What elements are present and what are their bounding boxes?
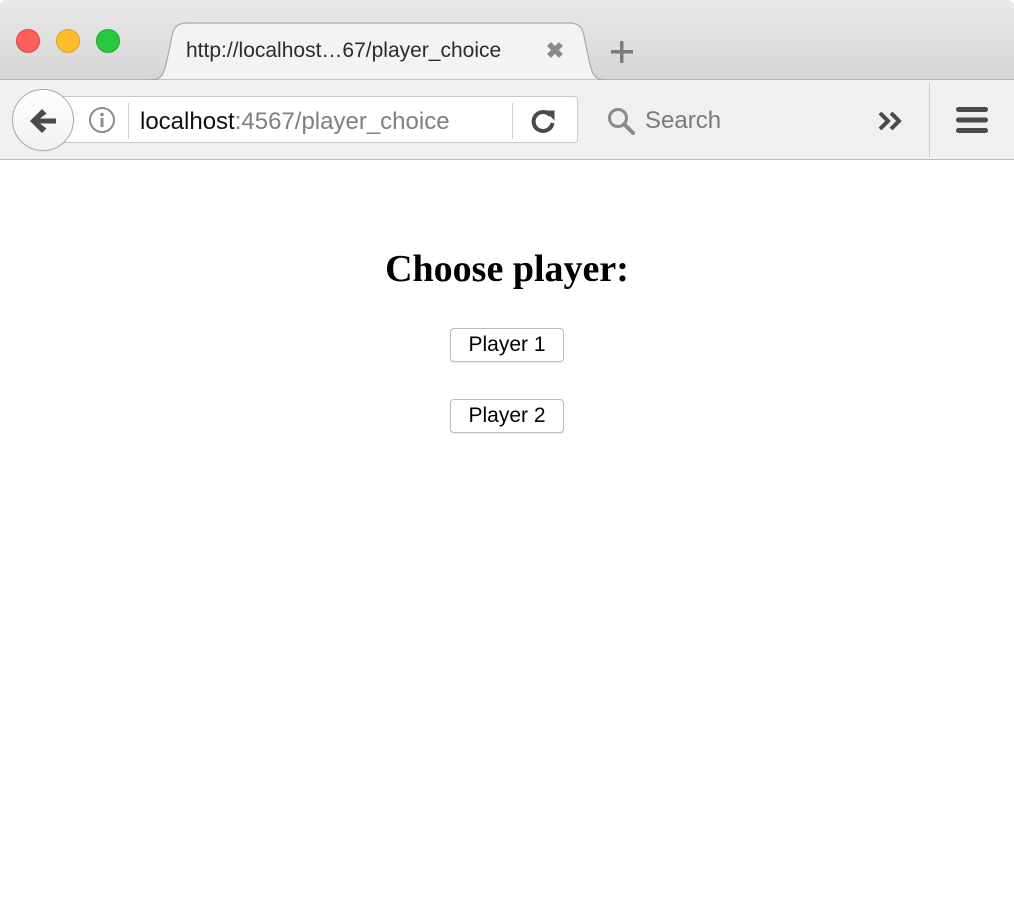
url-host: localhost <box>140 108 235 135</box>
info-icon[interactable] <box>88 106 116 134</box>
url-divider <box>128 103 129 139</box>
player-2-button[interactable]: Player 2 <box>450 399 564 433</box>
url-path: :4567/player_choice <box>234 108 450 135</box>
player-1-button[interactable]: Player 1 <box>450 328 564 362</box>
chevron-double-right-icon[interactable] <box>876 108 908 134</box>
tab-active[interactable]: http://localhost…67/player_choice ✖ <box>150 22 606 81</box>
search-input[interactable] <box>645 105 835 137</box>
window-minimize-button[interactable] <box>56 29 80 53</box>
hamburger-menu-icon[interactable] <box>954 104 990 136</box>
tab-close-icon[interactable]: ✖ <box>543 38 567 64</box>
tab-title: http://localhost…67/player_choice <box>186 39 502 62</box>
toolbar-divider <box>929 83 930 157</box>
search-icon <box>606 106 636 136</box>
url-text[interactable]: localhost:4567/player_choice <box>140 107 450 137</box>
plus-icon[interactable] <box>606 36 638 68</box>
window-maximize-button[interactable] <box>96 29 120 53</box>
url-divider <box>512 103 513 139</box>
back-button[interactable] <box>12 89 74 151</box>
window-close-button[interactable] <box>16 29 40 53</box>
tab-strip: http://localhost…67/player_choice ✖ <box>0 0 1014 81</box>
page-title: Choose player: <box>385 248 629 290</box>
page-content: Choose player: Player 1 Player 2 <box>0 160 1014 904</box>
reload-icon[interactable] <box>528 106 558 136</box>
browser-window: http://localhost…67/player_choice ✖ loca… <box>0 0 1014 904</box>
back-arrow-icon <box>30 109 56 133</box>
